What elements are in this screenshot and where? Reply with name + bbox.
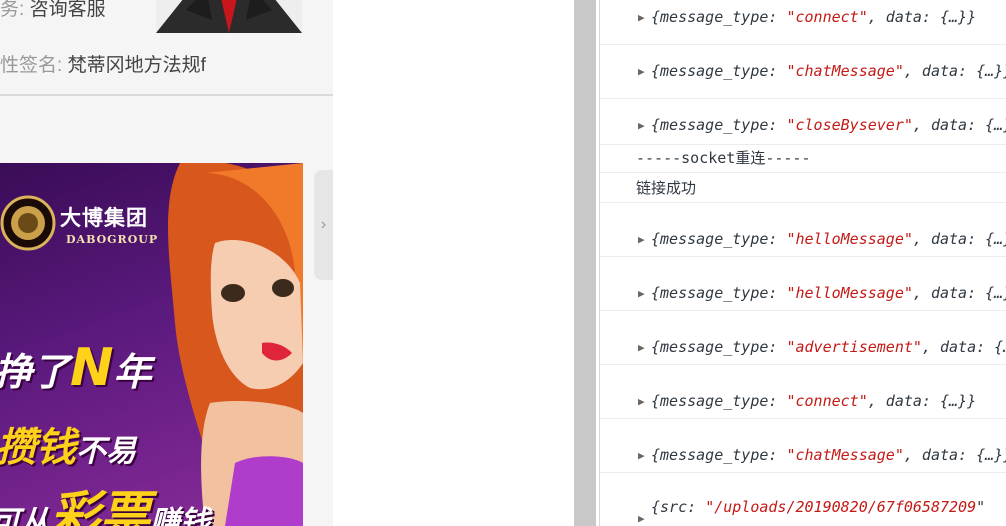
avatar-image — [156, 0, 302, 33]
chat-profile-panel: 务: 咨询客服 性签名: 梵蒂冈地方法规f 大博集团 DABOGROUP 挣了N… — [0, 0, 333, 526]
panel-splitter[interactable] — [574, 0, 596, 526]
expand-triangle-icon[interactable]: ▶ — [638, 233, 645, 246]
console-log-row: -----socket重连----- — [600, 144, 1006, 173]
ad-slogan-1: 挣了N年 — [0, 338, 152, 398]
service-label: 务: — [0, 0, 25, 20]
console-object-text: {message_type: "connect", data: {…}} — [651, 8, 977, 26]
ad-brand-en: DABOGROUP — [66, 233, 159, 246]
console-plain-text: 链接成功 — [636, 179, 697, 197]
console-object-text: {message_type: "helloMessage", data: {…}… — [651, 230, 1006, 248]
expand-arrow-button[interactable]: › — [314, 170, 333, 280]
expand-triangle-icon[interactable]: ▶ — [638, 65, 645, 78]
ad-slogan-3: 可从彩票赚钱 — [0, 486, 210, 526]
console-log-row[interactable]: ▶ {message_type: "connect", data: {…}} — [600, 364, 1006, 419]
expand-triangle-icon[interactable]: ▶ — [638, 449, 645, 462]
console-log-row[interactable]: ▶ {message_type: "chatMessage", data: {…}… — [600, 44, 1006, 99]
console-object-text: {message_type: "chatMessage", data: {…}} — [651, 62, 1006, 80]
console-object-text: {message_type: "advertisement", data: {…… — [651, 338, 1006, 356]
console-object-text: {message_type: "connect", data: {…}} — [651, 392, 977, 410]
expand-triangle-icon[interactable]: ▶ — [638, 395, 645, 408]
console-log-row: 链接成功 — [600, 172, 1006, 203]
console-plain-text: -----socket重连----- — [636, 149, 811, 167]
console-object-text: {message_type: "closeBysever", data: {…}… — [651, 116, 1006, 134]
console-object-text: {message_type: "chatMessage", data: {…}} — [651, 446, 1006, 464]
signature-row: 性签名: 梵蒂冈地方法规f — [0, 50, 206, 77]
expand-triangle-icon[interactable]: ▶ — [638, 512, 645, 525]
console-log-row[interactable]: ▶ {src: "/uploads/20190820/67f06587209" — [600, 472, 1006, 526]
service-row: 务: 咨询客服 — [0, 0, 106, 21]
divider — [0, 94, 333, 96]
ad-banner[interactable]: 大博集团 DABOGROUP 挣了N年 攒钱不易 可从彩票赚钱 — [0, 163, 303, 526]
console-log-row[interactable]: ▶ {message_type: "advertisement", data: {… — [600, 310, 1006, 365]
avatar — [156, 0, 302, 33]
ad-slogan-2: 攒钱不易 — [0, 425, 136, 471]
expand-triangle-icon[interactable]: ▶ — [638, 287, 645, 300]
service-value: 咨询客服 — [29, 0, 106, 20]
console-object-text: {message_type: "helloMessage", data: {…}… — [651, 284, 1006, 302]
expand-triangle-icon[interactable]: ▶ — [638, 119, 645, 132]
console-log-row[interactable]: ▶ {message_type: "helloMessage", data: {…… — [600, 202, 1006, 257]
console-object-text: {src: "/uploads/20190820/67f06587209" — [651, 498, 986, 516]
console-log-row[interactable]: ▶ {message_type: "helloMessage", data: {…… — [600, 256, 1006, 311]
console-log-row[interactable]: ▶ {message_type: "closeBysever", data: {…… — [600, 98, 1006, 145]
console-log-row[interactable]: ▶ {message_type: "chatMessage", data: {…}… — [600, 418, 1006, 473]
devtools-console[interactable]: ▶ {message_type: "connect", data: {…}} ▶ {m… — [599, 0, 1006, 526]
ad-brand-name: 大博集团 — [60, 206, 148, 230]
expand-triangle-icon[interactable]: ▶ — [638, 11, 645, 24]
signature-label: 性签名: — [0, 55, 63, 76]
expand-triangle-icon[interactable]: ▶ — [638, 341, 645, 354]
console-log-row[interactable]: ▶ {message_type: "connect", data: {…}} — [600, 0, 1006, 45]
signature-value: 梵蒂冈地方法规f — [67, 55, 206, 76]
